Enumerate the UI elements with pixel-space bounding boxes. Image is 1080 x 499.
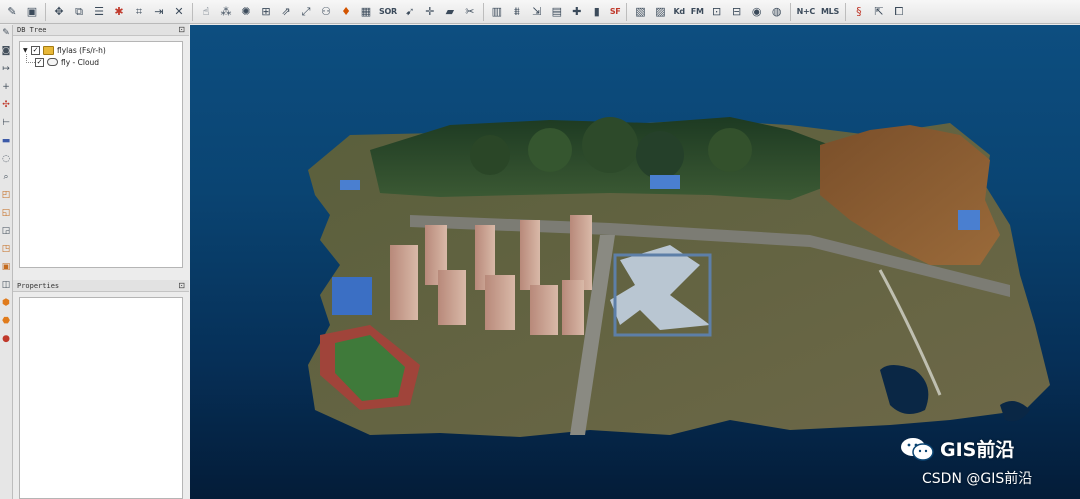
db-tree-panel: DB Tree ⊡ ▼ ✓ flylas (Fs/r-h) ✓ fly - Cl… (13, 24, 189, 274)
disc-icon[interactable]: ⊟ (729, 4, 745, 20)
cube-back-icon[interactable]: ◳ (0, 241, 12, 257)
sample-icon[interactable]: ⁂ (218, 4, 234, 20)
wechat-icon (901, 437, 934, 461)
scale-icon[interactable]: ⤢ (298, 4, 314, 20)
registration-icon[interactable]: ⊡ (709, 4, 725, 20)
move-icon[interactable]: ✛ (422, 4, 438, 20)
arrow-icon[interactable]: ➹ (402, 4, 418, 20)
cube-bottom-icon[interactable]: ◫ (0, 277, 12, 293)
ruler-icon[interactable]: ↦ (0, 61, 12, 77)
folder-icon (43, 45, 54, 55)
toolbar-separator (192, 2, 193, 21)
tree-item-label: fly - Cloud (61, 57, 100, 67)
3d-viewport[interactable]: GIS前沿 CSDN @GIS前沿 (190, 25, 1080, 499)
crop-icon[interactable]: ⌗ (131, 4, 147, 20)
properties-title: Properties (17, 281, 60, 290)
n-c-button[interactable]: N+C (796, 4, 816, 20)
list-icon[interactable]: ☰ (91, 4, 107, 20)
globe-icon[interactable]: ◍ (769, 4, 785, 20)
properties-view[interactable] (19, 297, 183, 499)
segment-icon[interactable]: ✂ (462, 4, 478, 20)
db-tree-header: DB Tree ⊡ (13, 24, 189, 36)
stats-icon[interactable]: ⩩ (509, 4, 525, 20)
toolbar-separator (844, 2, 846, 21)
mls-button[interactable]: MLS (820, 4, 840, 20)
sphere-icon[interactable]: ◉ (749, 4, 765, 20)
properties-panel: Properties ⊡ (13, 280, 189, 499)
colorize-icon[interactable]: ⚇ (318, 4, 334, 20)
plane-icon[interactable]: ▰ (442, 4, 458, 20)
toolbar-separator (789, 2, 791, 21)
cube-front-icon[interactable]: ◱ (0, 205, 12, 221)
main-toolbar: ✎ ▣ ✥ ⧉ ☰ ✱ ⌗ ⇥ ✕ ☝ ⁂ ✺ ⊞ ⇗ ⤢ ⚇ ♦ ▦ SOR … (0, 0, 1080, 24)
kd-button[interactable]: Kd (672, 4, 685, 20)
cube-right-icon[interactable]: ▣ (0, 259, 12, 275)
visibility-checkbox[interactable]: ✓ (35, 57, 44, 67)
db-tree-view[interactable]: ▼ ✓ flylas (Fs/r-h) ✓ fly - Cloud (19, 41, 183, 268)
pencil-icon[interactable]: ✎ (0, 25, 12, 41)
watermark-sub: CSDN @GIS前沿 (922, 471, 1033, 487)
point-icon[interactable]: ✣ (0, 97, 12, 113)
plus-icon[interactable]: ✚ (569, 4, 585, 20)
save-icon[interactable]: ▣ (24, 4, 40, 20)
grid-icon[interactable]: ▤ (549, 4, 565, 20)
sf-button[interactable]: SF (609, 4, 622, 20)
toolbar-separator (626, 2, 628, 21)
properties-header: Properties ⊡ (13, 280, 189, 292)
axis-icon[interactable]: ⊢ (0, 115, 12, 131)
plane-view-icon[interactable]: ▬ (0, 133, 12, 149)
normals-icon[interactable]: ⇗ (278, 4, 294, 20)
script-icon[interactable]: ⧠ (891, 4, 907, 20)
float-panel-icon[interactable]: ⊡ (178, 281, 185, 290)
watermark-main: GIS前沿 (900, 435, 1014, 462)
fm-button[interactable]: FM (690, 4, 705, 20)
sor-button[interactable]: SOR (378, 4, 398, 20)
palette-icon[interactable]: ● (0, 331, 12, 347)
export-icon[interactable]: ⇱ (871, 4, 887, 20)
float-panel-icon[interactable]: ⊡ (178, 25, 185, 34)
clone-icon[interactable]: ⧉ (71, 4, 87, 20)
iso-view-icon[interactable]: ⬢ (0, 295, 12, 311)
point-cloud-render (308, 117, 1050, 437)
circle-icon[interactable]: ◌ (0, 151, 12, 167)
checker-icon[interactable]: ▦ (358, 4, 374, 20)
delete-red-icon[interactable]: ✱ (111, 4, 127, 20)
filter-icon[interactable]: ⇲ (529, 4, 545, 20)
merge-icon[interactable]: ⇥ (151, 4, 167, 20)
tree-connector (26, 54, 35, 63)
cube-top-icon[interactable]: ◰ (0, 187, 12, 203)
subsample-icon[interactable]: ✺ (238, 4, 254, 20)
translate-icon[interactable]: ✥ (51, 4, 67, 20)
cross-icon[interactable]: + (0, 79, 12, 95)
watermark-main-text: GIS前沿 (940, 439, 1015, 461)
octree-icon[interactable]: ▧ (632, 4, 648, 20)
paint-icon[interactable]: ♦ (338, 4, 354, 20)
histogram-icon[interactable]: ▥ (489, 4, 505, 20)
db-tree-title: DB Tree (17, 25, 47, 34)
open-file-icon[interactable]: ✎ (4, 4, 20, 20)
close-x-icon[interactable]: ✕ (171, 4, 187, 20)
toolbar-separator (482, 2, 484, 21)
compute-icon[interactable]: ▮ (589, 4, 605, 20)
camera-icon[interactable]: ◙ (0, 43, 12, 59)
view-toolbar: ✎ ◙ ↦ + ✣ ⊢ ▬ ◌ ⌕ ◰ ◱ ◲ ◳ ▣ ◫ ⬢ ⬣ ● (0, 25, 13, 499)
tree-item-cloud[interactable]: ✓ fly - Cloud (35, 56, 99, 68)
noise-icon[interactable]: ⊞ (258, 4, 274, 20)
cube-left-icon[interactable]: ◲ (0, 223, 12, 239)
density-icon[interactable]: ▨ (652, 4, 668, 20)
iso-view2-icon[interactable]: ⬣ (0, 313, 12, 329)
forest-area (370, 117, 830, 200)
point-cloud-icon (47, 58, 58, 66)
zoom-icon[interactable]: ⌕ (0, 169, 12, 185)
point-pick-icon[interactable]: ☝ (198, 4, 214, 20)
tree-item-label: flylas (Fs/r-h) (57, 45, 106, 55)
sf-curve-icon[interactable]: § (851, 4, 867, 20)
tree-item-flylas[interactable]: ▼ ✓ flylas (Fs/r-h) (23, 44, 106, 56)
toolbar-separator (45, 2, 46, 21)
expand-arrow-icon[interactable]: ▼ (23, 47, 31, 54)
